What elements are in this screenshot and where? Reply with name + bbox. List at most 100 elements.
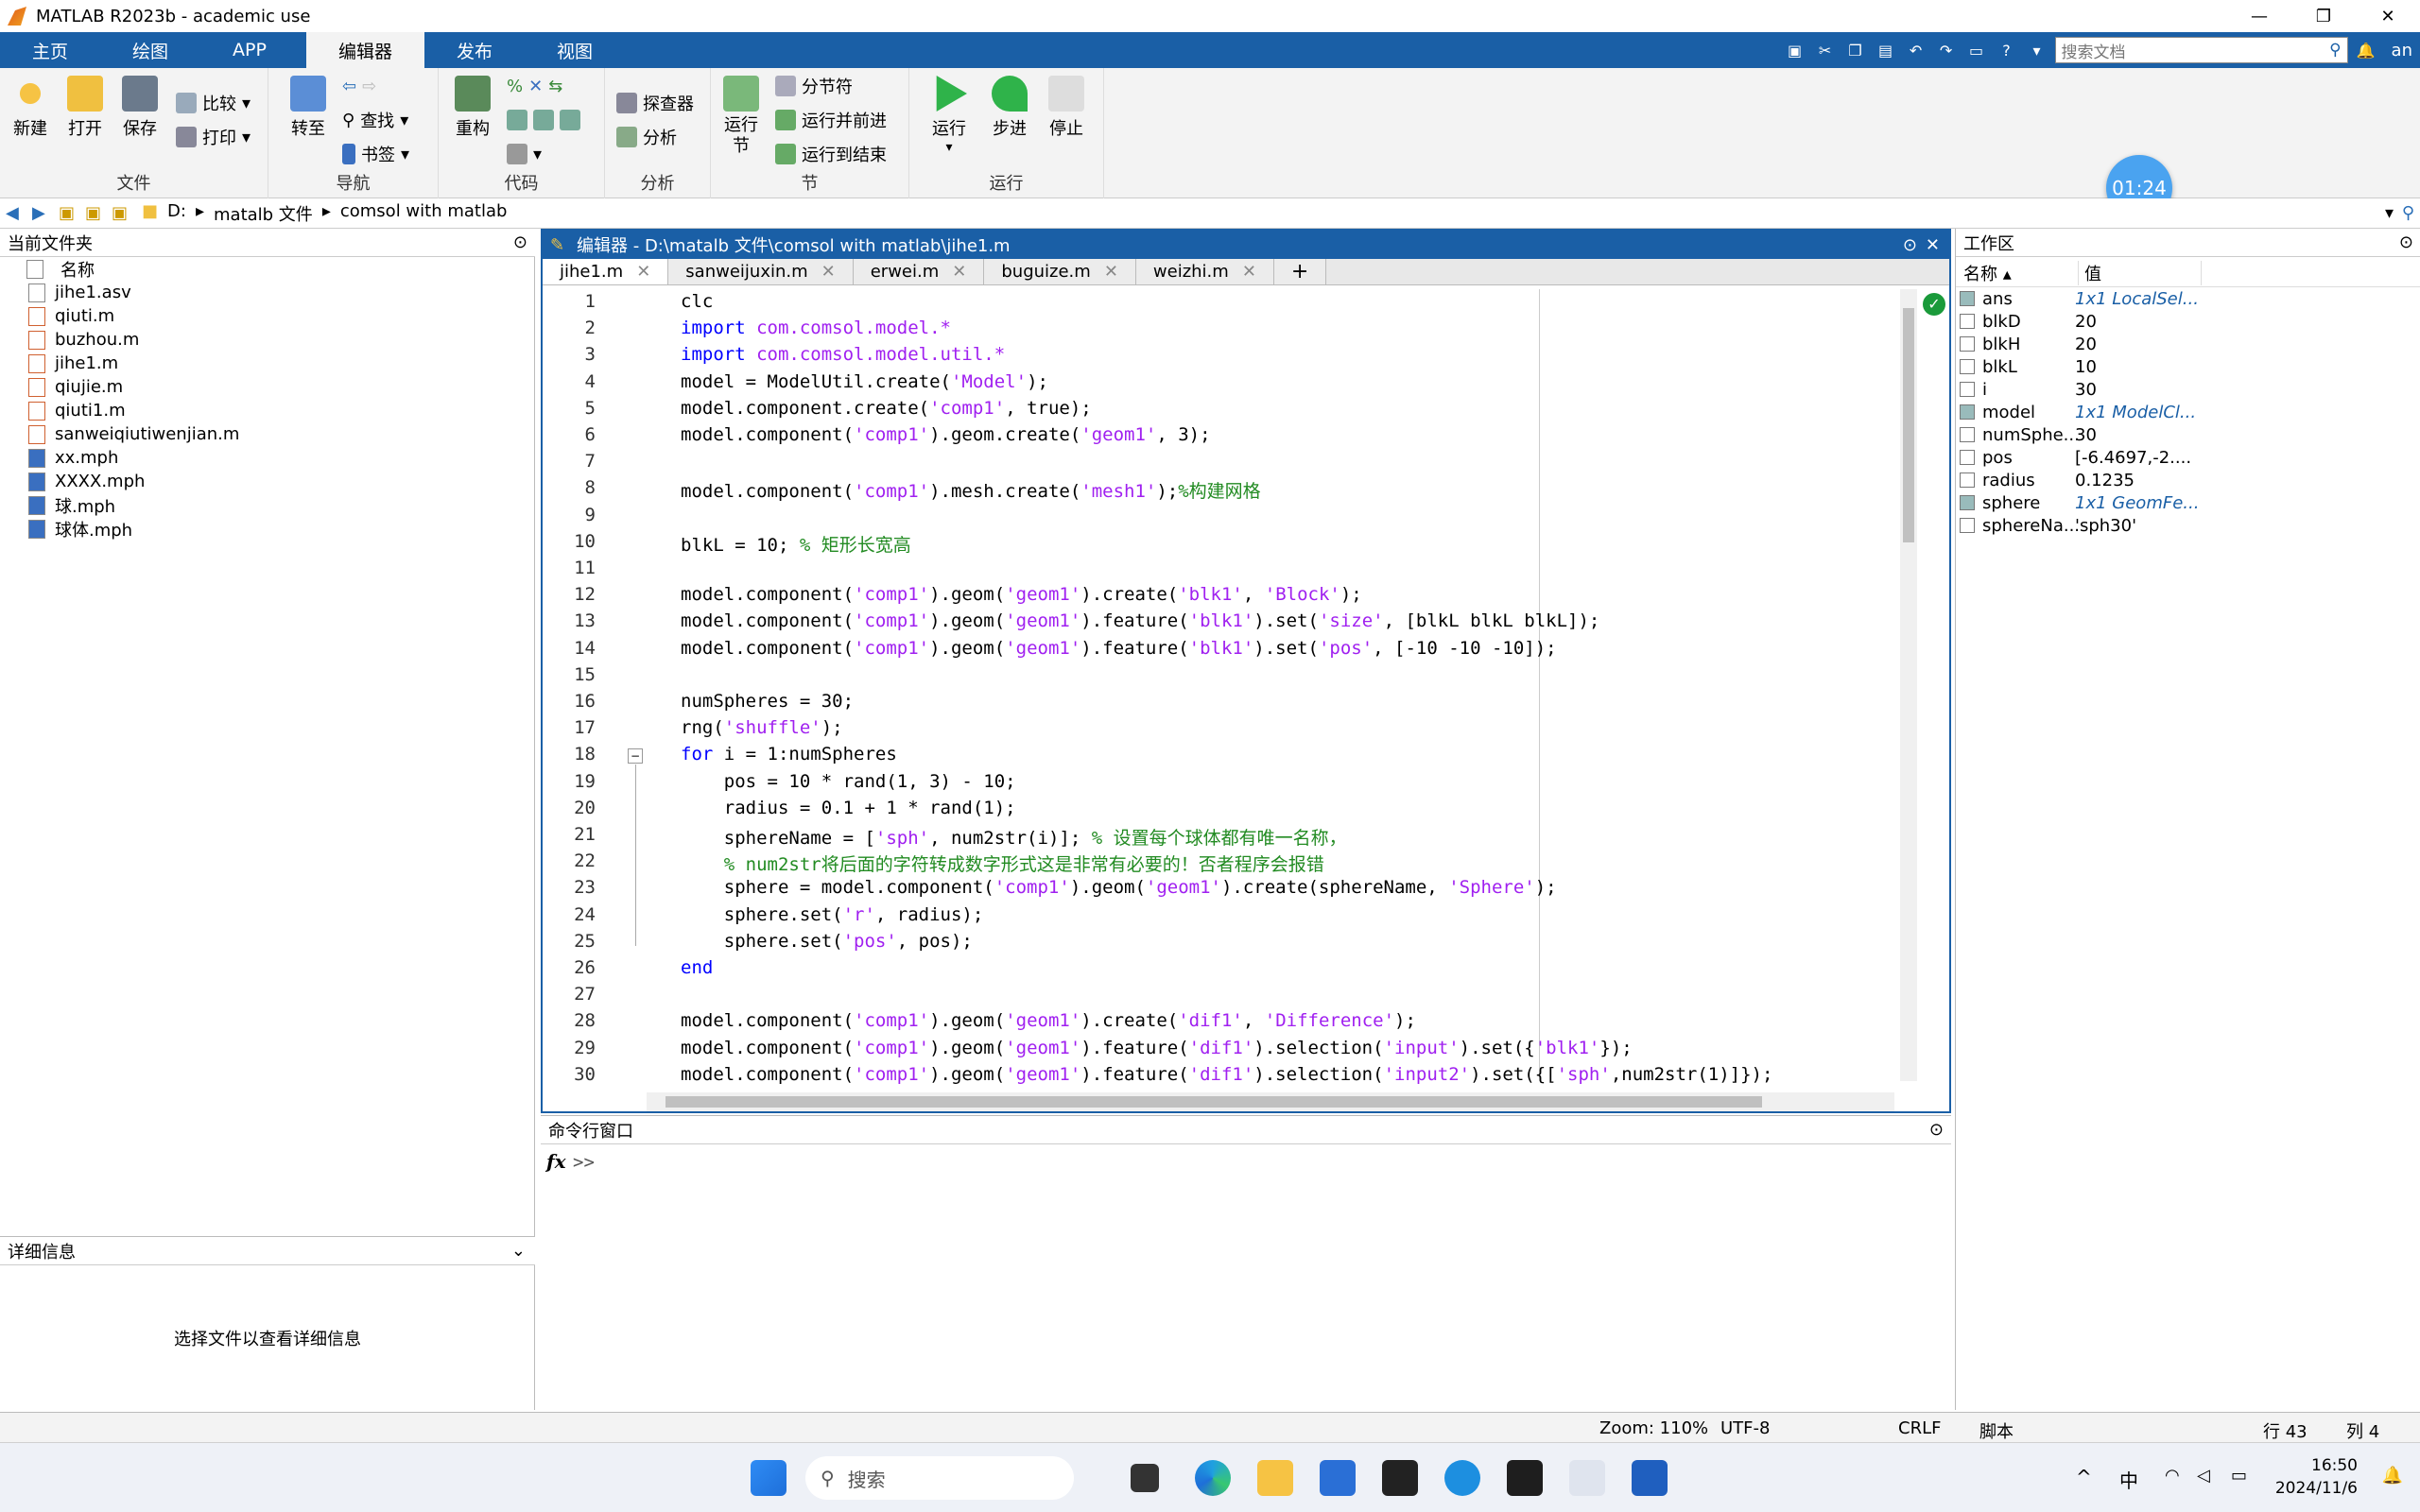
- workspace-variable-row[interactable]: blkD 20: [1956, 310, 2420, 333]
- workspace-variable-row[interactable]: blkL 10: [1956, 355, 2420, 378]
- redo-icon[interactable]: ↷: [1934, 38, 1959, 62]
- stop-button[interactable]: 停止: [1038, 76, 1095, 140]
- code-line[interactable]: model.component('comp1').geom('geom1').c…: [681, 584, 1362, 605]
- workspace-variable-row[interactable]: pos [-6.4697,-2....: [1956, 446, 2420, 469]
- file-item[interactable]: XXXX.mph: [0, 470, 535, 493]
- address-search-icon[interactable]: ⚲: [2402, 203, 2414, 223]
- tab-close-icon[interactable]: ✕: [1104, 262, 1118, 282]
- bookmark-button[interactable]: 书签 ▾: [342, 140, 409, 168]
- user-account-button[interactable]: an: [2392, 41, 2412, 60]
- profiler-button[interactable]: 探查器: [616, 89, 694, 117]
- code-line[interactable]: model.component('comp1').geom('geom1').f…: [681, 610, 1599, 631]
- code-line[interactable]: clc: [681, 291, 713, 312]
- tab-apps[interactable]: APP: [200, 32, 299, 68]
- forward-icon[interactable]: ▶: [32, 203, 53, 224]
- windows-start-icon[interactable]: [751, 1460, 786, 1496]
- task-view-icon[interactable]: [1131, 1464, 1159, 1492]
- code-line[interactable]: end: [681, 957, 713, 978]
- compare-button[interactable]: 比较 ▾: [176, 89, 251, 117]
- tab-plots[interactable]: 绘图: [100, 32, 200, 68]
- help-icon[interactable]: ?: [1995, 38, 2019, 62]
- workspace-variable-row[interactable]: model 1x1 ModelCl...: [1956, 401, 2420, 423]
- column-name-header[interactable]: 名称 ▴: [1956, 260, 2079, 285]
- workspace-variable-row[interactable]: sphere 1x1 GeomFe...: [1956, 491, 2420, 514]
- paste-icon[interactable]: ▤: [1874, 38, 1898, 62]
- code-line[interactable]: model.component('comp1').geom('geom1').c…: [681, 1010, 1416, 1031]
- file-item[interactable]: 球体.mph: [0, 517, 535, 541]
- code-line[interactable]: import com.comsol.model.util.*: [681, 344, 1005, 365]
- file-item[interactable]: qiuti.m: [0, 304, 535, 328]
- workspace-variable-row[interactable]: numSphe... 30: [1956, 423, 2420, 446]
- workspace-variable-row[interactable]: i 30: [1956, 378, 2420, 401]
- edge-browser-icon[interactable]: [1195, 1460, 1231, 1496]
- run-button[interactable]: 运行 ▾: [921, 76, 977, 155]
- search-folder-icon[interactable]: ▣: [112, 203, 132, 224]
- notification-bell-icon[interactable]: 🔔: [2354, 38, 2378, 62]
- crumb-folder2[interactable]: comsol with matlab: [340, 201, 508, 226]
- maximize-button[interactable]: ❐: [2291, 0, 2356, 32]
- save-button[interactable]: 保存: [112, 76, 168, 140]
- word-icon[interactable]: [1632, 1460, 1668, 1496]
- save-icon[interactable]: ▣: [1783, 38, 1807, 62]
- tab-publish[interactable]: 发布: [424, 32, 525, 68]
- code-line[interactable]: model.component('comp1').mesh.create('me…: [681, 477, 1261, 503]
- chevron-down-icon[interactable]: ⌄: [511, 1241, 526, 1261]
- taskbar-search-box[interactable]: ⚲ 搜索: [805, 1456, 1074, 1500]
- code-line[interactable]: radius = 0.1 + 1 * rand(1);: [681, 798, 1016, 818]
- code-line[interactable]: model.component.create('comp1', true);: [681, 398, 1092, 419]
- section-break-button[interactable]: 分节符: [775, 72, 853, 100]
- store-icon[interactable]: [1320, 1460, 1356, 1496]
- details-header[interactable]: 详细信息 ⌄: [0, 1237, 535, 1265]
- code-line[interactable]: for i = 1:numSpheres: [681, 744, 897, 765]
- step-button[interactable]: 步进: [981, 76, 1038, 140]
- workspace-variable-row[interactable]: sphereNa...'sph30': [1956, 514, 2420, 537]
- file-list-header[interactable]: 名称: [0, 257, 535, 281]
- comment-tools[interactable]: % ✕ ⇆: [507, 72, 562, 100]
- column-value-header[interactable]: 值: [2079, 260, 2202, 285]
- command-prompt[interactable]: >>: [573, 1152, 595, 1173]
- file-item[interactable]: buzhou.m: [0, 328, 535, 352]
- editor-vertical-scrollbar[interactable]: [1900, 289, 1917, 1081]
- code-line[interactable]: import com.comsol.model.*: [681, 318, 951, 338]
- fold-toggle-icon[interactable]: −: [628, 748, 643, 764]
- back-forward-buttons[interactable]: ⇦ ⇨: [342, 72, 376, 100]
- cut-icon[interactable]: ✂: [1813, 38, 1838, 62]
- goto-button[interactable]: 转至: [280, 76, 337, 140]
- code-line[interactable]: sphere.set('r', radius);: [681, 904, 984, 925]
- wifi-icon[interactable]: ◠: [2165, 1466, 2180, 1486]
- analyze-button[interactable]: 分析: [616, 123, 677, 151]
- code-line[interactable]: model.component('comp1').geom('geom1').f…: [681, 1038, 1633, 1058]
- search-docs-input[interactable]: 搜索文档 ⚲: [2054, 37, 2348, 63]
- battery-icon[interactable]: ▭: [2231, 1466, 2247, 1486]
- undo-icon[interactable]: ↶: [1904, 38, 1928, 62]
- file-item[interactable]: jihe1.asv: [0, 281, 535, 304]
- switch-windows-icon[interactable]: ▭: [1964, 38, 1989, 62]
- refactor-button[interactable]: 重构: [444, 76, 501, 140]
- smart-indent-tool[interactable]: ▾: [507, 140, 542, 168]
- tab-close-icon[interactable]: ✕: [821, 262, 836, 282]
- file-item[interactable]: xx.mph: [0, 446, 535, 470]
- code-line[interactable]: rng('shuffle');: [681, 717, 843, 738]
- indent-tools[interactable]: [507, 106, 580, 134]
- panel-menu-icon[interactable]: ⊙: [1929, 1120, 1944, 1140]
- code-line[interactable]: model = ModelUtil.create('Model');: [681, 371, 1048, 392]
- code-area[interactable]: 1 clc 2 import com.comsol.model.* 3 import co…: [543, 289, 1904, 1085]
- editor-horizontal-scrollbar[interactable]: [647, 1092, 1894, 1111]
- code-line[interactable]: sphereName = ['sph', num2str(i)]; % 设置每个…: [681, 824, 1347, 850]
- print-button[interactable]: 打印 ▾: [176, 123, 251, 151]
- run-to-end-button[interactable]: 运行到结束: [775, 140, 887, 168]
- tab-home[interactable]: 主页: [0, 32, 100, 68]
- file-item[interactable]: qiujie.m: [0, 375, 535, 399]
- tab-close-icon[interactable]: ✕: [636, 262, 650, 282]
- add-tab-button[interactable]: +: [1273, 258, 1327, 284]
- code-line[interactable]: model.component('comp1').geom('geom1').f…: [681, 1064, 1772, 1085]
- panel-menu-icon[interactable]: ⊙: [513, 232, 527, 252]
- back-icon[interactable]: ◀: [6, 203, 26, 224]
- editor-tab[interactable]: buguize.m ✕: [984, 258, 1136, 284]
- crumb-folder1[interactable]: matalb 文件: [214, 201, 313, 226]
- panel-menu-icon[interactable]: ⊙: [2399, 232, 2413, 252]
- run-section-button[interactable]: 运行 节: [713, 76, 769, 157]
- editor-tab[interactable]: weizhi.m ✕: [1135, 258, 1274, 284]
- close-button[interactable]: ✕: [2356, 0, 2420, 32]
- workspace-variable-row[interactable]: ans 1x1 LocalSel...: [1956, 287, 2420, 310]
